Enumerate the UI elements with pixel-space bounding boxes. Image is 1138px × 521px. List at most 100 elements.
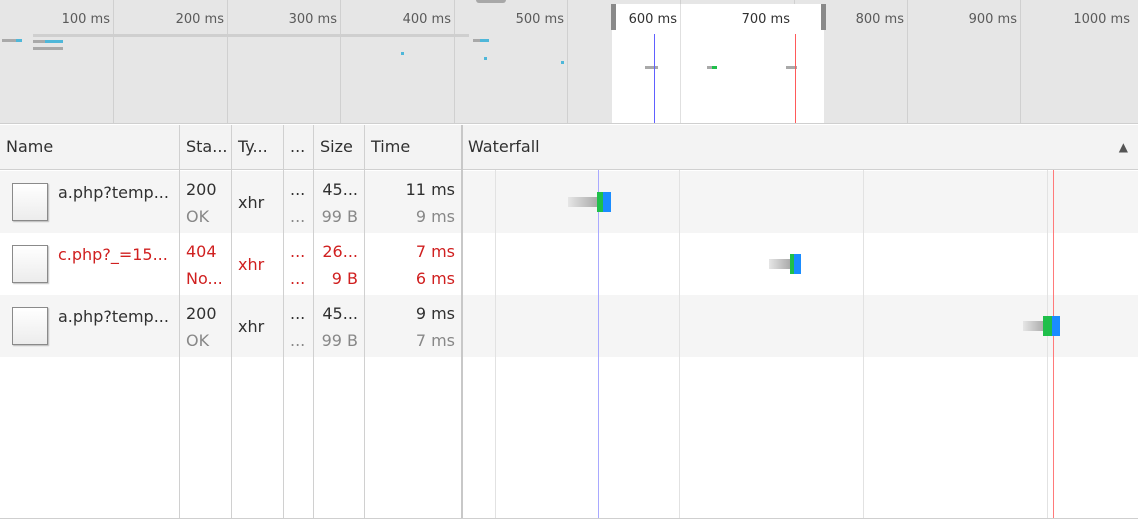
waterfall-waiting-segment <box>1043 316 1052 336</box>
size-cell: 26... 9 B <box>314 233 364 295</box>
overview-gridline <box>680 4 681 123</box>
size-cell: 45... 99 B <box>314 295 364 357</box>
resource-size: 9 B <box>331 269 358 288</box>
status-code: 200 <box>186 304 217 323</box>
status-cell: 200 OK <box>180 171 231 233</box>
type-cell: xhr <box>232 295 283 357</box>
initiator-secondary: ... <box>290 207 306 226</box>
time-cell: 7 ms 6 ms <box>365 233 461 295</box>
column-header-name[interactable]: Name <box>0 125 179 170</box>
overview-gridline <box>1020 0 1021 123</box>
column-divider[interactable] <box>283 125 284 519</box>
overview-request-bar <box>480 39 489 42</box>
table-row[interactable]: a.php?temp... 200 OK xhr ... ... 45... 9… <box>0 171 1138 233</box>
table-row[interactable]: c.php?_=15... 404 No... xhr ... ... 26..… <box>0 233 1138 295</box>
total-time: 9 ms <box>415 304 455 323</box>
name-cell[interactable]: a.php?temp... <box>0 295 179 357</box>
file-icon <box>12 307 48 345</box>
initiator-primary: ... <box>290 180 306 199</box>
overview-tick-label: 1000 ms <box>1073 12 1130 27</box>
transferred-size: 45... <box>322 304 358 323</box>
column-divider[interactable] <box>364 125 365 519</box>
overview-left-handle[interactable] <box>611 4 616 30</box>
status-cell: 200 OK <box>180 295 231 357</box>
overview-request-bar <box>33 47 63 50</box>
waterfall-receiving-segment <box>603 192 611 212</box>
table-row[interactable]: a.php?temp... 200 OK xhr ... ... 45... 9… <box>0 295 1138 357</box>
resize-handle[interactable] <box>476 0 506 3</box>
overview-gridline <box>567 0 568 123</box>
request-type: xhr <box>238 193 265 212</box>
request-name: a.php?temp... <box>58 183 169 202</box>
overview-load-line <box>795 34 796 123</box>
sort-ascending-icon[interactable]: ▲ <box>1119 125 1128 169</box>
resource-size: 99 B <box>321 207 358 226</box>
request-name: a.php?temp... <box>58 307 169 326</box>
latency: 6 ms <box>415 269 455 288</box>
overview-tick-label: 600 ms <box>628 12 677 27</box>
column-divider[interactable] <box>231 125 232 519</box>
waterfall-bar[interactable] <box>769 254 801 274</box>
overview-request-bar <box>484 57 487 60</box>
waterfall-bar[interactable] <box>568 192 611 212</box>
waterfall-receiving-segment <box>1052 316 1060 336</box>
initiator-secondary: ... <box>290 331 306 350</box>
overview-request-bar <box>45 40 63 43</box>
waterfall-bar[interactable] <box>1023 316 1060 336</box>
waterfall-receiving-segment <box>794 254 801 274</box>
overview-request-bar <box>33 34 469 37</box>
overview-tick-label: 400 ms <box>402 12 451 27</box>
overview-tick-label: 300 ms <box>288 12 337 27</box>
initiator-cell[interactable]: ... ... <box>284 171 313 233</box>
initiator-cell[interactable]: ... ... <box>284 233 313 295</box>
time-cell: 11 ms 9 ms <box>365 171 461 233</box>
overview-tick-label: 700 ms <box>741 12 790 27</box>
overview-right-handle[interactable] <box>821 4 826 30</box>
overview-tick-label: 800 ms <box>855 12 904 27</box>
total-time: 11 ms <box>405 180 455 199</box>
name-cell[interactable]: a.php?temp... <box>0 171 179 233</box>
file-icon <box>12 245 48 283</box>
column-divider[interactable] <box>179 125 180 519</box>
overview-gridline <box>454 0 455 123</box>
column-header-type[interactable]: Ty... <box>232 125 283 170</box>
column-header-waterfall[interactable]: Waterfall ▲ <box>462 125 1138 170</box>
status-text: No... <box>186 269 223 288</box>
overview-tick-label: 200 ms <box>175 12 224 27</box>
column-header-size[interactable]: Size <box>314 125 364 170</box>
type-cell: xhr <box>232 233 283 295</box>
column-divider[interactable] <box>461 125 463 519</box>
overview-tick-label: 900 ms <box>968 12 1017 27</box>
time-cell: 9 ms 7 ms <box>365 295 461 357</box>
overview-request-bar <box>16 39 22 42</box>
overview-request-bar <box>645 66 658 69</box>
name-cell[interactable]: c.php?_=15... <box>0 233 179 295</box>
overview-timeline[interactable]: 100 ms 200 ms 300 ms 400 ms 500 ms 600 m… <box>0 0 1138 124</box>
resource-size: 99 B <box>321 331 358 350</box>
column-divider[interactable] <box>313 125 314 519</box>
column-header-initiator[interactable]: ... <box>284 125 313 170</box>
latency: 7 ms <box>415 331 455 350</box>
overview-request-bar <box>401 52 404 55</box>
waterfall-queued-segment <box>1023 321 1045 331</box>
request-type: xhr <box>238 317 265 336</box>
overview-request-bar <box>712 66 717 69</box>
overview-gridline <box>227 0 228 123</box>
size-cell: 45... 99 B <box>314 171 364 233</box>
overview-dom-content-loaded-line <box>654 34 655 123</box>
column-header-status[interactable]: Sta... <box>180 125 231 170</box>
overview-tick-label: 100 ms <box>61 12 110 27</box>
table-bottom-border <box>0 518 1138 519</box>
status-text: OK <box>186 331 210 350</box>
column-header-time[interactable]: Time <box>365 125 461 170</box>
status-text: OK <box>186 207 210 226</box>
status-code: 404 <box>186 242 217 261</box>
column-header-waterfall-label: Waterfall <box>468 137 540 156</box>
request-name: c.php?_=15... <box>58 245 168 264</box>
overview-request-bar <box>561 61 564 64</box>
initiator-cell[interactable]: ... ... <box>284 295 313 357</box>
type-cell: xhr <box>232 171 283 233</box>
status-cell: 404 No... <box>180 233 231 295</box>
file-icon <box>12 183 48 221</box>
table-header: Name Sta... Ty... ... Size Time Waterfal… <box>0 125 1138 170</box>
